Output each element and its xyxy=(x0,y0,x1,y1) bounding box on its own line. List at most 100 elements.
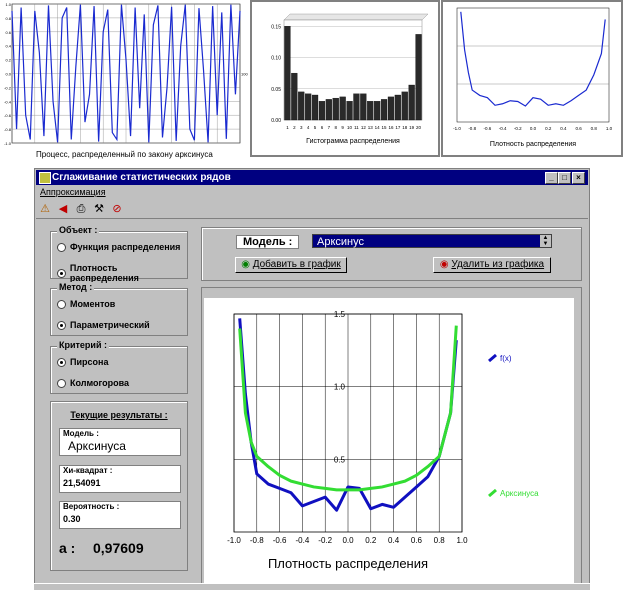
histogram-bar xyxy=(291,72,298,121)
histogram-bar xyxy=(401,91,408,121)
x-tick-label: 16 xyxy=(388,125,394,130)
toolbar: ⚠ ◀ ⎙ ⚒ ⊘ xyxy=(36,200,588,219)
maximize-icon[interactable]: □ xyxy=(558,172,571,184)
window-title: Сглаживание статистических рядов xyxy=(52,172,231,183)
plot-frame xyxy=(456,7,610,123)
criterion-group-label: Критерий : xyxy=(57,340,109,350)
app-icon xyxy=(39,172,51,184)
menu-bar: Аппроксимация xyxy=(36,186,588,199)
x-tick-label: 100 xyxy=(241,72,248,77)
x-tick-label: 1.0 xyxy=(456,536,468,545)
histogram-bar xyxy=(346,101,353,121)
y-tick-label: 0.10 xyxy=(271,56,281,62)
radio-dot xyxy=(57,268,66,278)
x-tick-label: -0.2 xyxy=(514,126,522,131)
x-tick-label: 13 xyxy=(368,125,374,130)
legend-label: f(x) xyxy=(500,354,512,363)
y-tick-label: 0.15 xyxy=(271,24,281,30)
add-to-chart-button[interactable]: ◉ Добавить в график xyxy=(235,257,347,273)
legend-swatch xyxy=(488,488,497,498)
radio-dot xyxy=(57,320,66,330)
histogram-bar xyxy=(318,101,326,121)
x-tick-label: -0.8 xyxy=(468,126,476,131)
y-tick-label: 1.5 xyxy=(334,310,346,319)
x-tick-label: 1.0 xyxy=(606,126,613,131)
process-chart-panel: 1.0 0.8 0.6 0.4 0.2 0.0 -0.2 -0.4 -0.6 -0.8 -1.0 10… xyxy=(0,0,248,148)
x-tick-label: -0.6 xyxy=(273,536,287,545)
stop-icon[interactable]: ⊘ xyxy=(110,202,124,216)
x-tick-label: 0.0 xyxy=(530,126,537,131)
radio-label: Колмогорова xyxy=(70,378,130,388)
histogram-bar xyxy=(339,96,346,121)
x-tick-label: 11 xyxy=(354,125,359,130)
x-tick-label: 0.6 xyxy=(575,126,582,131)
y-tick-label: 1.0 xyxy=(5,2,11,7)
menu-approximation[interactable]: Аппроксимация xyxy=(40,187,106,197)
main-chart-title: Плотность распределения xyxy=(268,556,428,571)
result-probability-value: 0.30 xyxy=(63,514,81,524)
title-bar[interactable]: Сглаживание статистических рядов _ □ × xyxy=(36,170,588,185)
radio-density[interactable]: Плотность распределения xyxy=(57,263,187,283)
x-tick-label: 0.2 xyxy=(365,536,377,545)
histogram-bar xyxy=(298,91,305,121)
radio-moments[interactable]: Моментов xyxy=(57,299,115,309)
warning-icon[interactable]: ⚠ xyxy=(38,202,52,216)
result-probability-label: Вероятность : xyxy=(63,502,120,511)
model-selector-group: Модель : Арксинус ▲ ▼ ◉ Добавить в график… xyxy=(201,227,582,281)
histogram-bar xyxy=(415,34,422,121)
method-group: Метод : Моментов Параметрический xyxy=(50,282,188,336)
radio-label: Функция распределения xyxy=(70,242,181,252)
radio-label: Моментов xyxy=(70,299,116,309)
x-tick-label: 9 xyxy=(341,125,344,130)
back-arrow-icon[interactable]: ◀ xyxy=(56,202,70,216)
histogram-bar xyxy=(284,26,291,121)
main-plot-canvas: -1.0 -0.8 -0.6 -0.4 -0.2 0.0 0.2 0.4 0.6 0.8 1.0 0.… xyxy=(204,298,574,588)
radio-label: Плотность распределения xyxy=(69,263,139,283)
dropdown-spinner-icon[interactable]: ▲ ▼ xyxy=(540,235,551,247)
model-selector-label: Модель : xyxy=(236,235,300,249)
radio-distribution-function[interactable]: Функция распределения xyxy=(57,242,180,252)
x-tick-label: 0.4 xyxy=(388,536,400,545)
histogram-bar xyxy=(332,97,339,121)
y-tick-label: -0.8 xyxy=(4,127,12,132)
histogram-title: Гистограмма распределения xyxy=(306,138,400,145)
x-tick-label: -1.0 xyxy=(227,536,241,545)
add-button-label: Добавить в график xyxy=(252,259,341,270)
histogram-bar xyxy=(374,101,381,121)
close-icon[interactable]: × xyxy=(572,172,585,184)
radio-kolmogorov[interactable]: Колмогорова xyxy=(57,378,129,388)
histogram-bar xyxy=(387,96,395,121)
print-icon[interactable]: ⎙ xyxy=(74,202,88,216)
main-density-chart: -1.0 -0.8 -0.6 -0.4 -0.2 0.0 0.2 0.4 0.6 0.8 1.0 0.… xyxy=(227,310,539,571)
main-plot-area: -1.0 -0.8 -0.6 -0.4 -0.2 0.0 0.2 0.4 0.6 0.8 1.0 0.… xyxy=(201,287,582,589)
y-tick-label: 0.2 xyxy=(5,58,11,63)
model-dropdown[interactable]: Арксинус ▲ ▼ xyxy=(312,234,552,248)
results-heading: Текущие результаты : xyxy=(70,410,168,420)
object-group-label: Объект : xyxy=(57,225,100,235)
x-tick-label: 14 xyxy=(375,125,381,130)
remove-icon: ◉ xyxy=(439,259,449,270)
x-tick-label: -0.2 xyxy=(318,536,332,545)
histogram-bar xyxy=(394,94,401,121)
tools-icon[interactable]: ⚒ xyxy=(92,202,106,216)
x-tick-label: 0.4 xyxy=(560,126,567,131)
x-tick-label: 3 xyxy=(300,125,303,130)
histogram-bar xyxy=(367,101,374,121)
y-tick-label: -0.4 xyxy=(4,99,12,104)
x-tick-label: 10 xyxy=(347,125,353,130)
radio-dot xyxy=(57,357,66,367)
radio-pearson[interactable]: Пирсона xyxy=(57,357,108,367)
radio-dot xyxy=(57,378,66,388)
radio-parametric[interactable]: Параметрический xyxy=(57,320,150,330)
remove-from-chart-button[interactable]: ◉ Удалить из графика xyxy=(433,257,551,273)
histogram-chart: 0.150.100.050.001 2 3 4 5 6 7 8 9 10 11 12 13 14 15 16 1… xyxy=(271,13,429,145)
legend-label: Арксинуса xyxy=(500,489,539,498)
x-tick-label: 0.2 xyxy=(545,126,552,131)
x-tick-label: 0.8 xyxy=(591,126,598,131)
y-tick-label: -0.2 xyxy=(4,85,12,90)
result-model-value: Арксинуса xyxy=(68,439,126,453)
minimize-icon[interactable]: _ xyxy=(545,172,558,184)
results-panel: Текущие результаты : Модель : Арксинуса … xyxy=(50,401,188,571)
x-tick-label: 2 xyxy=(293,125,296,130)
x-tick-label: 4 xyxy=(307,125,310,130)
